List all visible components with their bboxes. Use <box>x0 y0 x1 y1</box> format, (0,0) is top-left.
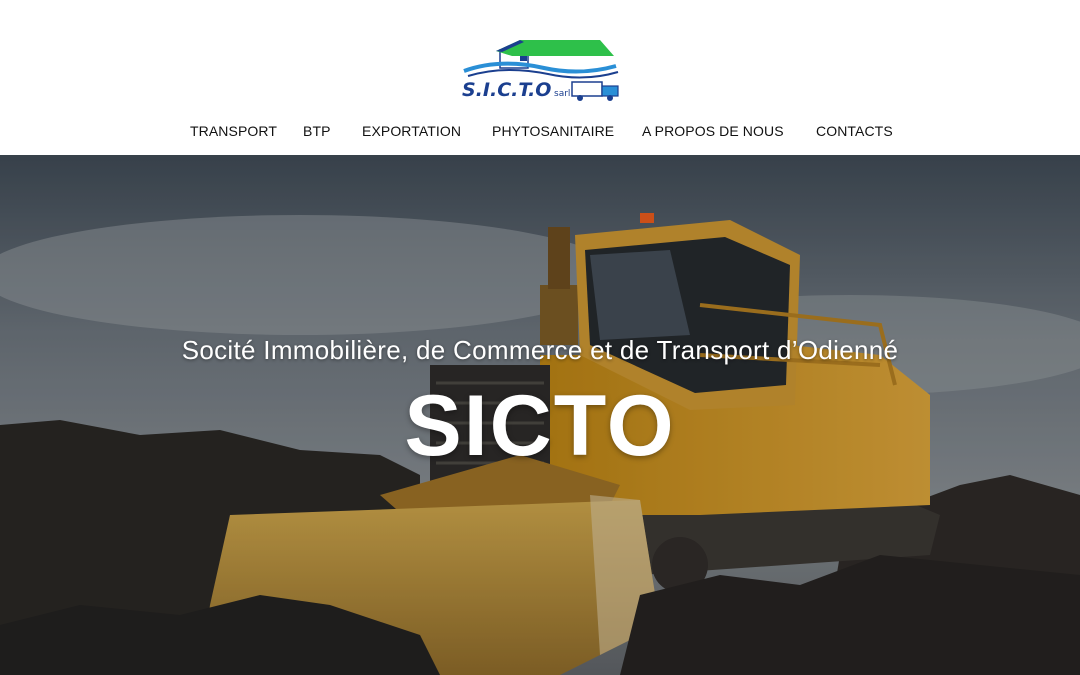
nav-item-contacts[interactable]: CONTACTS <box>816 123 893 139</box>
logo-brand-text: S.I.C.T.O <box>462 79 551 101</box>
hero-banner: Socité Immobilière, de Commerce et de Tr… <box>0 155 1080 675</box>
nav-item-exportation[interactable]: EXPORTATION <box>362 123 461 139</box>
hero-subtitle: Socité Immobilière, de Commerce et de Tr… <box>181 335 899 365</box>
nav-item-transport[interactable]: TRANSPORT <box>190 123 277 139</box>
hero-title: SICTO <box>404 378 676 474</box>
logo-graphic: S.I.C.T.O sarl <box>462 40 619 101</box>
site-header: S.I.C.T.O sarl TRANSPORT BTP EXPORTATION… <box>0 0 1080 155</box>
sicto-logo[interactable]: S.I.C.T.O sarl <box>460 38 624 104</box>
nav-item-a-propos[interactable]: A PROPOS DE NOUS <box>642 123 784 139</box>
nav-item-btp[interactable]: BTP <box>303 123 331 139</box>
main-nav: TRANSPORT BTP EXPORTATION PHYTOSANITAIRE… <box>0 123 1080 147</box>
logo-suffix-text: sarl <box>554 89 570 99</box>
nav-item-phytosanitaire[interactable]: PHYTOSANITAIRE <box>492 123 614 139</box>
